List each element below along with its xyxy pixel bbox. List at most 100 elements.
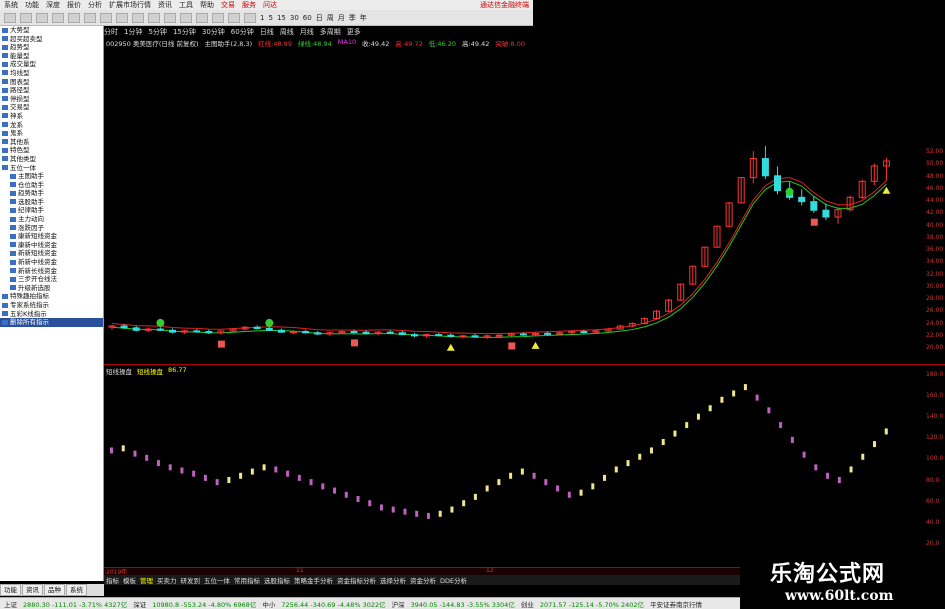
sidebar-item[interactable]: 特色型 <box>0 146 103 155</box>
period-tab[interactable]: 多周期 <box>320 27 341 37</box>
indicator-tab[interactable]: 买卖力 <box>157 575 177 585</box>
toolbar-icon[interactable] <box>228 12 240 23</box>
sidebar-item[interactable]: 特殊趣拍指标 <box>0 292 103 301</box>
indicator-tab[interactable]: 模板 <box>123 575 136 585</box>
sidebar-item[interactable]: 五位一体 <box>0 164 103 173</box>
index-name: 沪深 <box>391 600 405 609</box>
sidebar-item[interactable]: 删除所有指示 <box>0 318 103 327</box>
period-tab[interactable]: 30分钟 <box>202 27 225 37</box>
menu-item[interactable]: 工具 <box>179 0 193 10</box>
sidebar-item[interactable]: 新新中线资金 <box>0 258 103 267</box>
toolbar-icon[interactable] <box>244 12 256 23</box>
toolbar-period-button[interactable]: 周 <box>327 13 334 23</box>
menu-item[interactable]: 系统 <box>4 0 18 10</box>
indicator-tab[interactable]: 选股指标 <box>264 575 290 585</box>
period-tab[interactable]: 1分钟 <box>124 27 142 37</box>
sidebar-item[interactable]: 专家系统指示 <box>0 301 103 310</box>
toolbar-icon[interactable] <box>4 12 16 23</box>
toolbar-period-button[interactable]: 30 <box>290 14 299 22</box>
period-tab[interactable]: 月线 <box>300 27 314 37</box>
sidebar-item[interactable]: 主图助手 <box>0 172 103 181</box>
indicator-tab[interactable]: DDE分析 <box>440 575 467 585</box>
sidebar-item[interactable]: 成交量型 <box>0 60 103 69</box>
menu-trade-item[interactable]: 交易 <box>221 0 235 10</box>
price-tick-label: 48.00 <box>926 172 944 180</box>
sidebar-item[interactable]: 超买超卖型 <box>0 35 103 44</box>
indicator-tab[interactable]: 五位一体 <box>204 575 230 585</box>
indicator-tab[interactable]: 选择分析 <box>380 575 406 585</box>
sidebar-item[interactable]: 趋势助手 <box>0 189 103 198</box>
period-tab[interactable]: 5分钟 <box>148 27 166 37</box>
menu-item[interactable]: 报价 <box>67 0 81 10</box>
menu-item[interactable]: 帮助 <box>200 0 214 10</box>
sidebar-item[interactable]: 康新短线资金 <box>0 232 103 241</box>
menu-item[interactable]: 资讯 <box>158 0 172 10</box>
toolbar-icon[interactable] <box>20 12 32 23</box>
toolbar-period-button[interactable]: 60 <box>303 14 312 22</box>
sidebar-item[interactable]: 涨跌因子 <box>0 224 103 233</box>
toolbar-icon[interactable] <box>36 12 48 23</box>
period-tab[interactable]: 周线 <box>280 27 294 37</box>
sidebar-item[interactable]: 神系 <box>0 112 103 121</box>
toolbar-period-button[interactable]: 5 <box>268 14 272 22</box>
toolbar-icon[interactable] <box>84 12 96 23</box>
toolbar-period-button[interactable]: 年 <box>360 13 367 23</box>
period-tab[interactable]: 15分钟 <box>173 27 196 37</box>
menu-item[interactable]: 深度 <box>46 0 60 10</box>
indicator-tab[interactable]: 研发到 <box>181 575 201 585</box>
indicator-tab[interactable]: 指标 <box>106 575 119 585</box>
sidebar-item[interactable]: 交易型 <box>0 103 103 112</box>
toolbar-icon[interactable] <box>164 12 176 23</box>
toolbar-icon[interactable] <box>132 12 144 23</box>
sidebar-item[interactable]: 龙系 <box>0 121 103 130</box>
indicator-tab[interactable]: 资金分析 <box>410 575 436 585</box>
sidebar-item[interactable]: 选股助手 <box>0 198 103 207</box>
period-tab[interactable]: 日线 <box>260 27 274 37</box>
sidebar-item[interactable]: 新新长线资金 <box>0 267 103 276</box>
menu-item[interactable]: 功能 <box>25 0 39 10</box>
sidebar-item[interactable]: 新新短线资金 <box>0 249 103 258</box>
indicator-tab[interactable]: 策略金手分析 <box>294 575 333 585</box>
sidebar-item[interactable]: 五彩K线指示 <box>0 310 103 319</box>
left-panel-tab[interactable]: 资讯 <box>22 584 43 596</box>
period-tab[interactable]: 更多 <box>347 27 361 37</box>
menu-trade-item[interactable]: 服务 <box>242 0 256 10</box>
toolbar-period-button[interactable]: 15 <box>277 14 286 22</box>
toolbar-icon[interactable] <box>68 12 80 23</box>
indicator-tab[interactable]: 管理 <box>140 575 153 585</box>
toolbar-period-button[interactable]: 日 <box>316 13 323 23</box>
sidebar-item[interactable]: 纪律助手 <box>0 206 103 215</box>
sidebar-item[interactable]: 仓位助手 <box>0 181 103 190</box>
period-tab[interactable]: 分时 <box>104 27 118 37</box>
menu-item[interactable]: 分析 <box>88 0 102 10</box>
kline-chart[interactable] <box>104 47 918 567</box>
menu-trade-item[interactable]: 问达 <box>263 0 277 10</box>
sidebar-item[interactable]: 主力动向 <box>0 215 103 224</box>
left-panel-tab[interactable]: 系统 <box>66 584 87 596</box>
toolbar-period-button[interactable]: 月 <box>338 13 345 23</box>
toolbar-icon[interactable] <box>116 12 128 23</box>
toolbar-icon[interactable] <box>100 12 112 23</box>
left-panel-tab[interactable]: 品种 <box>44 584 65 596</box>
sidebar-item[interactable]: 其他类型 <box>0 155 103 164</box>
indicator-tab[interactable]: 资金指标分析 <box>337 575 376 585</box>
indicator-tab[interactable]: 常用指标 <box>234 575 260 585</box>
period-tab[interactable]: 60分钟 <box>231 27 254 37</box>
left-panel-tab[interactable]: 功能 <box>0 584 21 596</box>
sidebar-item[interactable]: 趋势型 <box>0 43 103 52</box>
sidebar-item[interactable]: 大势型 <box>0 26 103 35</box>
sidebar-item[interactable]: 鬼系 <box>0 129 103 138</box>
toolbar-icon[interactable] <box>180 12 192 23</box>
sidebar-item[interactable]: 路径型 <box>0 86 103 95</box>
sidebar-item[interactable]: 均线型 <box>0 69 103 78</box>
toolbar-icon[interactable] <box>212 12 224 23</box>
toolbar-icon[interactable] <box>148 12 160 23</box>
toolbar-period-button[interactable]: 季 <box>349 13 356 23</box>
sidebar-item[interactable]: 图表型 <box>0 78 103 87</box>
indicator-bar <box>779 422 783 429</box>
menu-item[interactable]: 扩展市场行情 <box>109 0 151 10</box>
toolbar-period-button[interactable]: 1 <box>260 14 264 22</box>
toolbar-icon[interactable] <box>52 12 64 23</box>
sidebar-item[interactable]: 三步开仓线法 <box>0 275 103 284</box>
toolbar-icon[interactable] <box>196 12 208 23</box>
